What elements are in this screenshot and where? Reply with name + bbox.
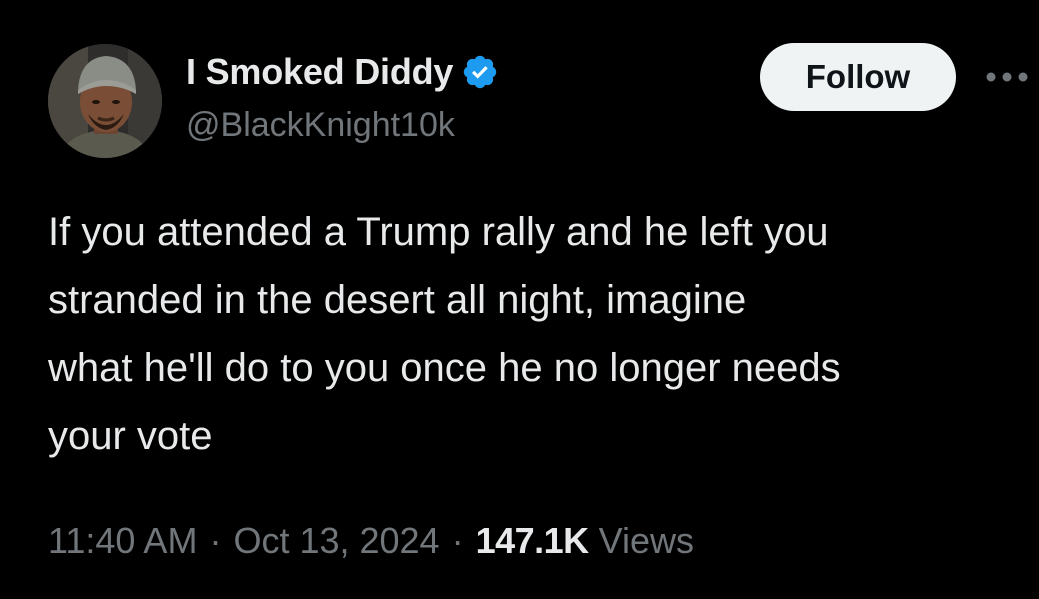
more-options-button[interactable] [984, 60, 1030, 94]
avatar[interactable] [48, 44, 162, 158]
views-label[interactable]: Views [599, 520, 694, 562]
tweet-text: If you attended a Trump rally and he lef… [48, 210, 841, 458]
tweet-date[interactable]: Oct 13, 2024 [233, 520, 439, 562]
profile-photo-icon [48, 44, 162, 158]
name-row: I Smoked Diddy [186, 50, 499, 94]
tweet-time[interactable]: 11:40 AM [48, 520, 197, 562]
more-dots-icon [986, 72, 1028, 82]
display-name[interactable]: I Smoked Diddy [186, 51, 453, 93]
views-count[interactable]: 147.1K [476, 520, 590, 562]
meta-separator: · [451, 520, 464, 561]
tweet-meta: 11:40 AM · Oct 13, 2024 · 147.1K Views [48, 520, 694, 562]
meta-separator: · [209, 520, 222, 561]
follow-button[interactable]: Follow [760, 43, 956, 111]
verified-badge-icon [461, 53, 499, 91]
tweet-card: I Smoked Diddy @BlackKnight10k Follow If… [0, 0, 1039, 599]
user-handle[interactable]: @BlackKnight10k [186, 106, 455, 145]
